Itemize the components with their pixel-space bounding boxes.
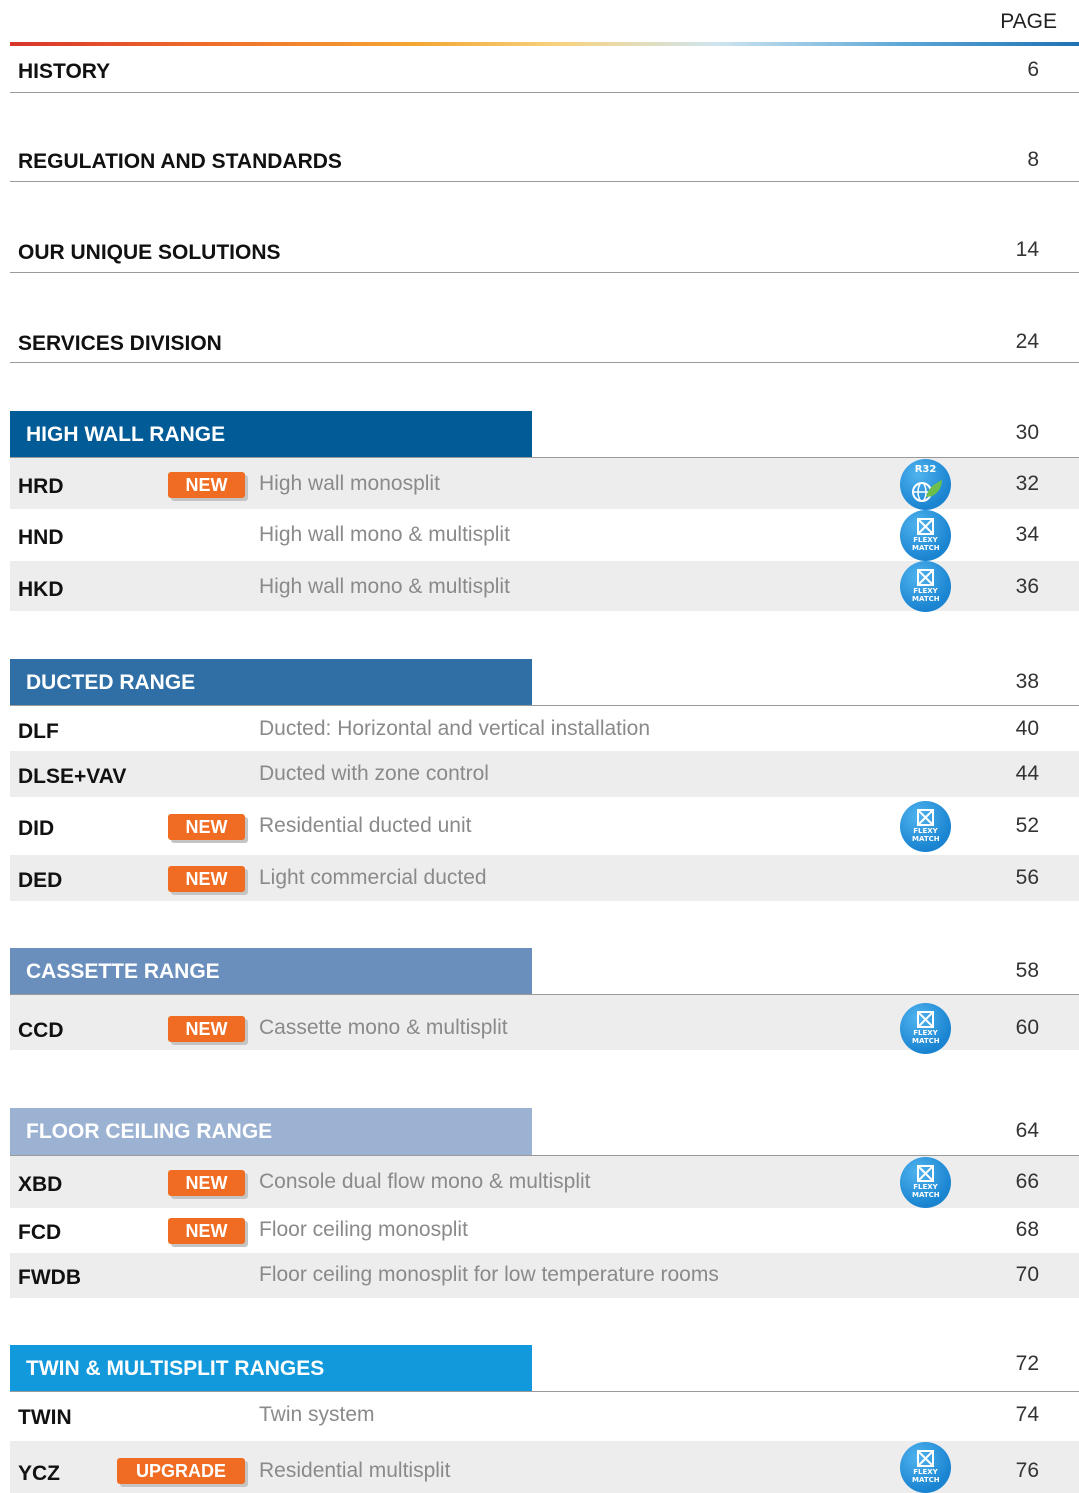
product-code[interactable]: DED bbox=[18, 869, 62, 893]
product-description: Ducted: Horizontal and vertical installa… bbox=[259, 717, 651, 740]
product-description: Floor ceiling monosplit for low temperat… bbox=[259, 1263, 719, 1286]
product-description: Twin system bbox=[259, 1403, 375, 1426]
product-description: Residential ducted unit bbox=[259, 814, 472, 837]
page-number: 44 bbox=[1015, 762, 1039, 785]
page-number: 66 bbox=[1015, 1170, 1039, 1193]
r32-icon: R32 bbox=[900, 459, 951, 510]
toc-entry-solutions[interactable]: OUR UNIQUE SOLUTIONS bbox=[18, 241, 281, 265]
new-badge: NEW bbox=[168, 814, 245, 840]
product-description: Floor ceiling monosplit bbox=[259, 1218, 468, 1241]
product-code[interactable]: DLSE+VAV bbox=[18, 765, 126, 789]
new-badge: NEW bbox=[168, 472, 245, 498]
flexy-match-icon: FLEXY MATCH bbox=[900, 510, 951, 561]
page-number: 64 bbox=[1015, 1119, 1039, 1142]
flexy-match-label: FLEXY MATCH bbox=[912, 1183, 940, 1199]
divider bbox=[10, 92, 1079, 93]
page-number: 30 bbox=[1015, 421, 1039, 444]
product-code[interactable]: DID bbox=[18, 817, 54, 841]
page-number: 58 bbox=[1015, 959, 1039, 982]
header-gradient-divider bbox=[10, 42, 1079, 46]
flexy-match-icon: FLEXY MATCH bbox=[900, 1442, 951, 1493]
product-description: Residential multisplit bbox=[259, 1459, 451, 1482]
page-column-label: PAGE bbox=[1000, 10, 1057, 33]
product-code[interactable]: HRD bbox=[18, 475, 64, 499]
flexy-match-label: FLEXY MATCH bbox=[912, 1468, 940, 1484]
toc-entry-regulation[interactable]: REGULATION AND STANDARDS bbox=[18, 150, 342, 174]
product-code[interactable]: YCZ bbox=[18, 1462, 60, 1486]
flexy-match-label: FLEXY MATCH bbox=[912, 587, 940, 603]
product-code[interactable]: FWDB bbox=[18, 1266, 81, 1290]
product-description: Ducted with zone control bbox=[259, 762, 489, 785]
page-number: 68 bbox=[1015, 1218, 1039, 1241]
page-number: 72 bbox=[1015, 1352, 1039, 1375]
range-header-twin-multisplit[interactable]: TWIN & MULTISPLIT RANGES bbox=[10, 1345, 532, 1392]
flexy-match-label: FLEXY MATCH bbox=[912, 536, 940, 552]
flexy-match-icon: FLEXY MATCH bbox=[900, 561, 951, 612]
row-background bbox=[10, 751, 1079, 797]
product-code[interactable]: DLF bbox=[18, 720, 59, 744]
page-number: 40 bbox=[1015, 717, 1039, 740]
product-description: Light commercial ducted bbox=[259, 866, 487, 889]
toc-entry-services[interactable]: SERVICES DIVISION bbox=[18, 332, 222, 356]
product-code[interactable]: CCD bbox=[18, 1019, 64, 1043]
new-badge: NEW bbox=[168, 1016, 245, 1042]
page-number: 24 bbox=[1015, 330, 1039, 353]
product-code[interactable]: HKD bbox=[18, 578, 64, 602]
page-number: 32 bbox=[1015, 472, 1039, 495]
flexy-match-label: FLEXY MATCH bbox=[912, 827, 940, 843]
divider bbox=[10, 272, 1079, 273]
page-number: 14 bbox=[1015, 238, 1039, 261]
divider bbox=[10, 362, 1079, 363]
product-code[interactable]: FCD bbox=[18, 1221, 61, 1245]
page-number: 56 bbox=[1015, 866, 1039, 889]
divider bbox=[10, 1391, 1079, 1392]
product-description: Cassette mono & multisplit bbox=[259, 1016, 508, 1039]
range-header-high-wall[interactable]: HIGH WALL RANGE bbox=[10, 411, 532, 458]
range-header-ducted[interactable]: DUCTED RANGE bbox=[10, 659, 532, 706]
toc-entry-history[interactable]: HISTORY bbox=[18, 60, 110, 84]
divider bbox=[10, 181, 1079, 182]
flexy-match-label: FLEXY MATCH bbox=[912, 1029, 940, 1045]
divider bbox=[10, 705, 1079, 706]
page-number: 52 bbox=[1015, 814, 1039, 837]
flexy-match-icon: FLEXY MATCH bbox=[900, 1157, 951, 1208]
product-description: High wall mono & multisplit bbox=[259, 523, 510, 546]
page-number: 36 bbox=[1015, 575, 1039, 598]
flexy-match-icon: FLEXY MATCH bbox=[900, 801, 951, 852]
range-header-floor-ceiling[interactable]: FLOOR CEILING RANGE bbox=[10, 1108, 532, 1155]
page-number: 34 bbox=[1015, 523, 1039, 546]
upgrade-badge: UPGRADE bbox=[117, 1458, 245, 1484]
page-number: 6 bbox=[1027, 58, 1039, 81]
range-header-cassette[interactable]: CASSETTE RANGE bbox=[10, 948, 532, 995]
page-number: 74 bbox=[1015, 1403, 1039, 1426]
product-description: High wall mono & multisplit bbox=[259, 575, 510, 598]
product-description: High wall monosplit bbox=[259, 472, 440, 495]
new-badge: NEW bbox=[168, 1170, 245, 1196]
product-code[interactable]: XBD bbox=[18, 1173, 62, 1197]
page-number: 38 bbox=[1015, 670, 1039, 693]
product-description: Console dual flow mono & multisplit bbox=[259, 1170, 591, 1193]
page-number: 76 bbox=[1015, 1459, 1039, 1482]
product-code[interactable]: TWIN bbox=[18, 1406, 72, 1430]
new-badge: NEW bbox=[168, 1218, 245, 1244]
product-code[interactable]: HND bbox=[18, 526, 64, 550]
flexy-match-icon: FLEXY MATCH bbox=[900, 1003, 951, 1054]
page-number: 70 bbox=[1015, 1263, 1039, 1286]
page-number: 60 bbox=[1015, 1016, 1039, 1039]
page-number: 8 bbox=[1027, 148, 1039, 171]
new-badge: NEW bbox=[168, 866, 245, 892]
